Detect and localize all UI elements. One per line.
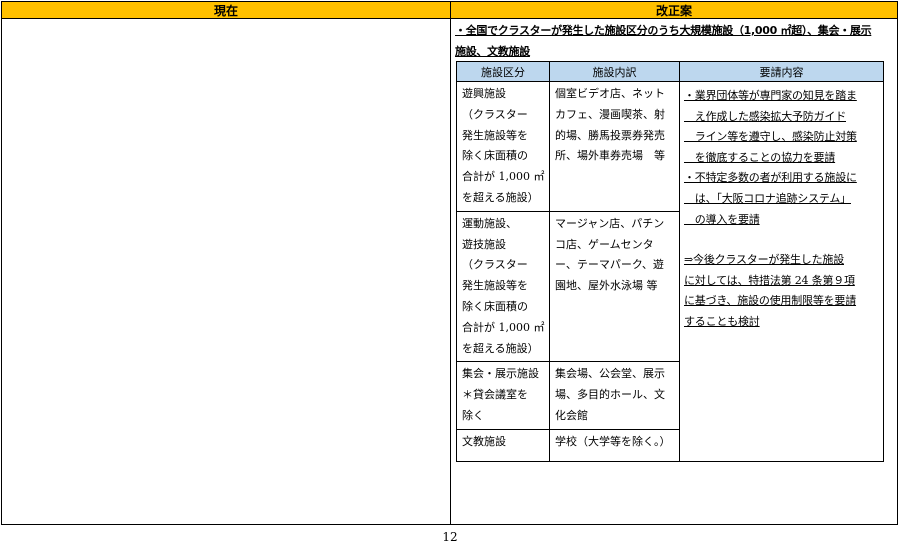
future-request-line: に対しては、特措法第 24 条第９項 [684,273,855,287]
detail-line: 的場、勝馬投票券発売 [555,128,665,142]
category-cell: 運動施設、 遊技施設 （クラスター 発生施設等を 除く床面積の 合計が 1,00… [456,210,550,363]
proposal-intro-line-1: ・全国でクラスターが発生した施設区分のうち大規模施設（1,000 ㎡超）、集会・… [455,24,872,37]
detail-line: マージャン店、パチン [555,216,665,230]
category-line: 遊技施設 [462,237,506,251]
category-line: （クラスター [462,107,528,121]
category-line: 除く床面積の [462,149,528,163]
category-cell: 遊興施設 （クラスター 発生施設等を 除く床面積の 合計が 1,000 ㎡ を超… [456,81,550,212]
table-row: 遊興施設 （クラスター 発生施設等を 除く床面積の 合計が 1,000 ㎡ を超… [456,81,884,462]
proposal-intro-line-2: 施設、文教施設 [455,45,530,58]
detail-line: 場、多目的ホール、文 [555,388,665,402]
column-divider [450,19,451,525]
column-header-category: 施設区分 [456,61,550,82]
detail-line: カフェ、漫画喫茶、射 [555,107,665,121]
future-request-line: ⇒今後クラスターが発生した施設 [684,253,844,267]
detail-cell: マージャン店、パチン コ店、ゲームセンタ ー、テーマパーク、遊 園地、屋外水泳場… [549,210,680,363]
detail-line: 化会館 [555,408,588,422]
future-request-line: することも検討 [684,314,760,328]
request-line: ・不特定多数の者が利用する施設に [684,171,857,185]
category-line: 遊興施設 [462,87,506,100]
detail-line: コ店、ゲームセンタ [555,237,654,251]
header-row: 現在 改正案 [2,2,897,19]
column-header-detail: 施設内訳 [549,61,680,82]
request-cell: ・業界団体等が専門家の知見を踏ま え作成した感染拡大予防ガイド ライン等を遵守し… [679,81,884,462]
detail-cell: 個室ビデオ店、ネット カフェ、漫画喫茶、射 的場、勝馬投票券発売 所、場外車券売… [549,81,680,212]
request-line: は、「大阪コロナ追跡システム」 [684,191,851,205]
category-line: 合計が 1,000 ㎡ [462,320,545,334]
category-line: を超える施設） [462,341,539,355]
detail-line: 学校（大学等を除く。） [555,434,671,448]
detail-line: 集会場、公会堂、展示 [555,367,665,381]
category-line: 運動施設、 [462,216,517,230]
category-line: （クラスター [462,258,528,272]
category-line: 除く [462,408,484,422]
request-line: の導入を要請 [684,212,760,226]
facility-table: 施設区分 施設内訳 要請内容 遊興施設 （クラスター 発生施設等を 除く床面積の… [456,61,884,462]
current-column-header: 現在 [2,2,451,18]
request-line: を徹底することの協力を要請 [684,150,836,164]
category-line: を超える施設） [462,190,539,204]
detail-line: 園地、屋外水泳場 等 [555,279,658,293]
facility-table-header-row: 施設区分 施設内訳 要請内容 [456,61,884,82]
request-line: ライン等を遵守し、感染防止対策 [684,130,857,144]
request-line: え作成した感染拡大予防ガイド [684,109,846,123]
category-cell: 文教施設 [456,428,550,462]
detail-line: 所、場外車券売場 等 [555,149,665,163]
proposal-column-header: 改正案 [655,3,692,18]
category-line: 除く床面積の [462,299,528,313]
detail-line: ー、テーマパーク、遊 [555,258,664,272]
proposal-intro: ・全国でクラスターが発生した施設区分のうち大規模施設（1,000 ㎡超）、集会・… [455,20,893,62]
category-line: 発生施設等を [462,128,528,142]
detail-cell: 学校（大学等を除く。） [549,428,680,462]
request-line: ・業界団体等が専門家の知見を踏ま [684,89,857,102]
category-line: 発生施設等を [462,279,528,293]
future-request-line: に基づき、施設の使用制限等を要請 [684,294,857,308]
category-line: 文教施設 [462,434,506,448]
category-line: 集会・展示施設 [462,367,539,381]
category-cell: 集会・展示施設 ＊貸会議室を 除く [456,361,550,430]
column-header-request: 要請内容 [679,61,884,82]
detail-cell: 集会場、公会堂、展示 場、多目的ホール、文 化会館 [549,361,680,430]
page-number: 12 [442,530,458,544]
category-line: ＊貸会議室を [462,388,528,402]
category-line: 合計が 1,000 ㎡ [462,170,545,184]
detail-line: 個室ビデオ店、ネット [555,87,665,100]
